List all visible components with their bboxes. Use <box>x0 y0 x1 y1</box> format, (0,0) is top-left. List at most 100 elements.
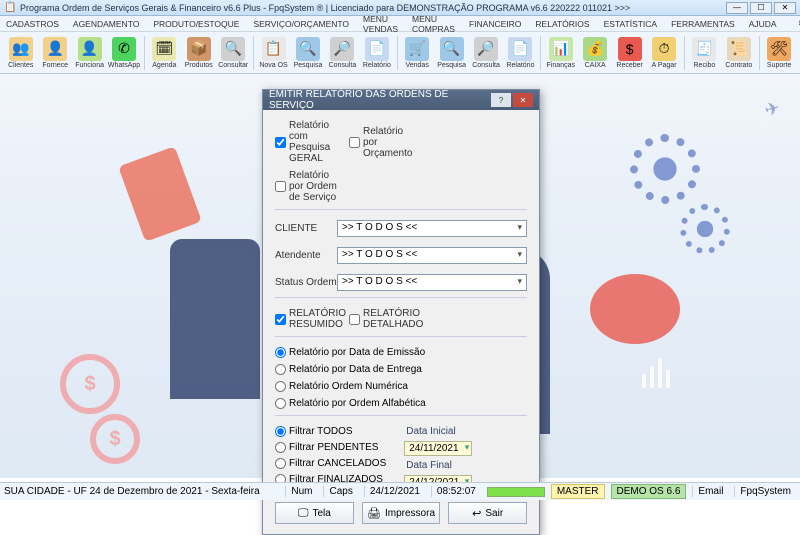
menu-servico-orcamento[interactable]: SERVIÇO/ORÇAMENTO <box>253 19 349 29</box>
toolbar-label: Consultar <box>218 62 248 69</box>
toolbar-icon: 🔎 <box>330 37 354 61</box>
printer-icon: 🖨 <box>367 507 381 520</box>
menu-vendas[interactable]: MENU VENDAS <box>363 14 398 34</box>
toolbar-label: Recibo <box>694 62 716 69</box>
toolbar-label: Pesquisa <box>437 62 466 69</box>
menu-cadastros[interactable]: CADASTROS <box>6 19 59 29</box>
minimize-button[interactable]: — <box>726 2 748 14</box>
toolbar-whatsapp[interactable]: ✆WhatsApp <box>107 37 140 69</box>
toolbar-icon: 🔍 <box>440 37 464 61</box>
toolbar-label: Fornece <box>42 62 68 69</box>
gear-icon <box>630 134 700 204</box>
dialog-titlebar[interactable]: EMITIR RELATÓRIO DAS ORDENS DE SERVIÇO ?… <box>263 90 539 110</box>
input-data-inicial[interactable]: 24/11/2021 <box>404 441 472 456</box>
menu-agendamento[interactable]: AGENDAMENTO <box>73 19 139 29</box>
window-controls: — ☐ ✕ <box>726 2 796 14</box>
toolbar-label: CAIXA <box>585 62 606 69</box>
toolbar-consulta[interactable]: 🔎Consulta <box>469 37 502 69</box>
radio-filtrar-pendentes[interactable]: Filtrar PENDENTES <box>275 442 386 453</box>
dialog-close-button[interactable]: ✕ <box>513 93 533 107</box>
toolbar-icon: 📦 <box>187 37 211 61</box>
toolbar-fornece[interactable]: 👤Fornece <box>38 37 71 69</box>
toolbar-label: Agenda <box>152 62 176 69</box>
menu-ajuda[interactable]: AJUDA <box>749 19 777 29</box>
toolbar-pesquisa[interactable]: 🔍Pesquisa <box>291 37 324 69</box>
toolbar-relatório[interactable]: 📄Relatório <box>504 37 537 69</box>
toolbar-contrato[interactable]: 📜Contrato <box>722 37 755 69</box>
toolbar-vendas[interactable]: 🛒Vendas <box>400 37 433 69</box>
button-sair[interactable]: ↩Sair <box>448 502 527 524</box>
chair-illustration <box>170 239 260 399</box>
toolbar-caixa[interactable]: 💰CAIXA <box>579 37 612 69</box>
toolbar-suporte[interactable]: 🛠Suporte <box>762 37 795 69</box>
checkbox-ordem-servico[interactable]: Relatório por Ordem de Serviço <box>275 170 337 203</box>
select-status[interactable]: >> T O D O S << <box>337 274 527 291</box>
radio-ordem-numerica[interactable]: Relatório Ordem Numérica <box>275 381 408 392</box>
maximize-button[interactable]: ☐ <box>750 2 772 14</box>
toolbar-icon: 🛠 <box>767 37 791 61</box>
toolbar-icon: 💰 <box>583 37 607 61</box>
workspace: $ $ ✈ EMITIR RELATÓRIO DAS ORDENS DE SER… <box>0 74 800 478</box>
toolbar-label: Suporte <box>767 62 792 69</box>
checkbox-resumido[interactable]: RELATÓRIO RESUMIDO <box>275 308 337 330</box>
button-impressora[interactable]: 🖨Impressora <box>362 502 441 524</box>
checkbox-orcamento[interactable]: Relatório por Orçamento <box>349 126 411 159</box>
screen-icon: 🖵 <box>298 507 309 520</box>
toolbar-receber[interactable]: $Receber <box>613 37 646 69</box>
toolbar-label: A Pagar <box>652 62 677 69</box>
close-button[interactable]: ✕ <box>774 2 796 14</box>
status-email[interactable]: Email <box>692 486 728 497</box>
status-caps: Caps <box>323 486 357 497</box>
toolbar-label: Clientes <box>8 62 33 69</box>
tablet-illustration <box>118 146 202 242</box>
toolbar-pesquisa[interactable]: 🔍Pesquisa <box>435 37 468 69</box>
toolbar-finanças[interactable]: 📊Finanças <box>544 37 577 69</box>
dialog-help-button[interactable]: ? <box>491 93 511 107</box>
toolbar-label: Funciona <box>75 62 104 69</box>
radio-ordem-alfabetica[interactable]: Relatório por Ordem Alfabética <box>275 398 426 409</box>
select-atendente[interactable]: >> T O D O S << <box>337 247 527 264</box>
toolbar-relatório[interactable]: 📄Relatório <box>360 37 393 69</box>
toolbar-icon: 👥 <box>9 37 33 61</box>
status-location: SUA CIDADE - UF 24 de Dezembro de 2021 -… <box>4 486 260 497</box>
window-title: Programa Ordem de Serviços Gerais & Fina… <box>20 3 630 13</box>
toolbar-icon: 🗓 <box>152 37 176 61</box>
status-num: Num <box>285 486 317 497</box>
checkbox-detalhado[interactable]: RELATÓRIO DETALHADO <box>349 308 411 330</box>
checkbox-pesquisa-geral[interactable]: Relatório com Pesquisa GERAL <box>275 120 337 164</box>
toolbar-recibo[interactable]: 🧾Recibo <box>688 37 721 69</box>
status-time: 08:52:07 <box>431 486 481 497</box>
coin-icon: $ <box>60 354 120 414</box>
menu-ferramentas[interactable]: FERRAMENTAS <box>671 19 735 29</box>
toolbar: 👥Clientes👤Fornece👤Funciona✆WhatsApp🗓Agen… <box>0 32 800 74</box>
toolbar-agenda[interactable]: 🗓Agenda <box>148 37 181 69</box>
menu-compras[interactable]: MENU COMPRAS <box>412 14 455 34</box>
toolbar-nova os[interactable]: 📋Nova OS <box>257 37 290 69</box>
toolbar-produtos[interactable]: 📦Produtos <box>182 37 215 69</box>
status-demo: DEMO OS 6.6 <box>611 484 687 499</box>
menu-financeiro[interactable]: FINANCEIRO <box>469 19 521 29</box>
toolbar-a pagar[interactable]: ⏱A Pagar <box>647 37 680 69</box>
toolbar-consultar[interactable]: 🔍Consultar <box>217 37 250 69</box>
menu-relatorios[interactable]: RELATÓRIOS <box>535 19 589 29</box>
toolbar-clientes[interactable]: 👥Clientes <box>4 37 37 69</box>
button-tela[interactable]: 🖵Tela <box>275 502 354 524</box>
radio-data-emissao[interactable]: Relatório por Data de Emissão <box>275 347 425 358</box>
toolbar-icon: 📊 <box>549 37 573 61</box>
toolbar-icon: 🛒 <box>405 37 429 61</box>
label-data-final: Data Final <box>404 460 472 471</box>
toolbar-consulta[interactable]: 🔎Consulta <box>326 37 359 69</box>
toolbar-icon: 👤 <box>78 37 102 61</box>
toolbar-funciona[interactable]: 👤Funciona <box>73 37 106 69</box>
radio-filtrar-todos[interactable]: Filtrar TODOS <box>275 426 386 437</box>
menu-estatistica[interactable]: ESTATÍSTICA <box>604 19 658 29</box>
radio-data-entrega[interactable]: Relatório por Data de Entrega <box>275 364 422 375</box>
toolbar-label: Consulta <box>472 62 500 69</box>
status-fpqsystem[interactable]: FpqSystem <box>734 486 796 497</box>
gear-icon <box>680 204 730 254</box>
select-cliente[interactable]: >> T O D O S << <box>337 220 527 237</box>
report-dialog: EMITIR RELATÓRIO DAS ORDENS DE SERVIÇO ?… <box>262 89 540 535</box>
menu-produto-estoque[interactable]: PRODUTO/ESTOQUE <box>153 19 239 29</box>
radio-filtrar-cancelados[interactable]: Filtrar CANCELADOS <box>275 458 386 469</box>
label-status: Status Ordem <box>275 277 337 288</box>
